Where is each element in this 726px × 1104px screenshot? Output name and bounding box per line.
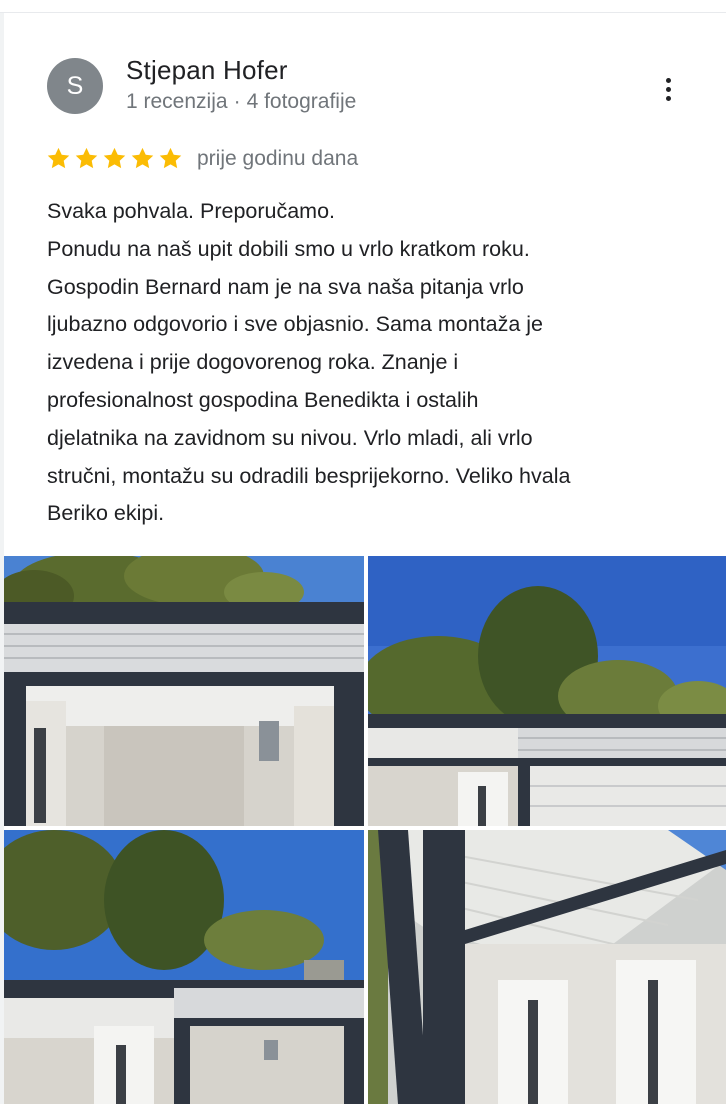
photos-count: 4 fotografije <box>246 90 357 113</box>
star-icon <box>159 147 182 169</box>
review-line: stručni, montažu su odradili besprijekor… <box>47 463 571 488</box>
review-line: Svaka pohvala. Preporučamo. <box>47 199 336 223</box>
star-icon <box>75 147 98 169</box>
reviews-count: 1 recenzija <box>126 90 228 113</box>
avatar-initial: S <box>66 71 84 100</box>
star-icon <box>103 147 126 169</box>
review-line: izvedena i prije dogovorenog roka. Znanj… <box>47 350 459 375</box>
rating-row: prije godinu dana <box>46 146 358 171</box>
review-line: Ponudu na naš upit dobili smo u vrlo kra… <box>47 236 530 261</box>
review-line: djelatnika na zavidnom su nivou. Vrlo ml… <box>47 425 533 450</box>
more-vert-icon <box>665 77 671 101</box>
review-photo-4[interactable] <box>368 830 726 1104</box>
author-name[interactable]: Stjepan Hofer <box>126 55 288 86</box>
star-icon <box>47 147 70 169</box>
avatar[interactable]: S <box>47 58 103 114</box>
review-line: Beriko ekipi. <box>47 501 165 526</box>
review-photo-2[interactable] <box>368 556 726 826</box>
review-text: Svaka pohvala. Preporučamo. Ponudu na na… <box>47 193 707 533</box>
more-options-button[interactable] <box>650 70 686 108</box>
review-line: Gospodin Bernard nam je na sva naša pita… <box>47 274 524 299</box>
review-card: S Stjepan Hofer 1 recenzija · 4 fotografij… <box>0 0 726 1104</box>
review-photo-1[interactable] <box>4 556 364 826</box>
star-icon <box>131 147 154 169</box>
review-line: profesionalnost gospodina Benedikta i os… <box>47 387 479 412</box>
star-rating <box>46 146 183 171</box>
meta-separator: · <box>233 90 241 113</box>
divider <box>0 12 726 13</box>
review-time: prije godinu dana <box>197 146 359 170</box>
review-line: ljubazno odgovorio i sve objasnio. Sama … <box>47 312 543 337</box>
author-meta: 1 recenzija · 4 fotografije <box>126 90 356 114</box>
review-photo-3[interactable] <box>4 830 364 1104</box>
